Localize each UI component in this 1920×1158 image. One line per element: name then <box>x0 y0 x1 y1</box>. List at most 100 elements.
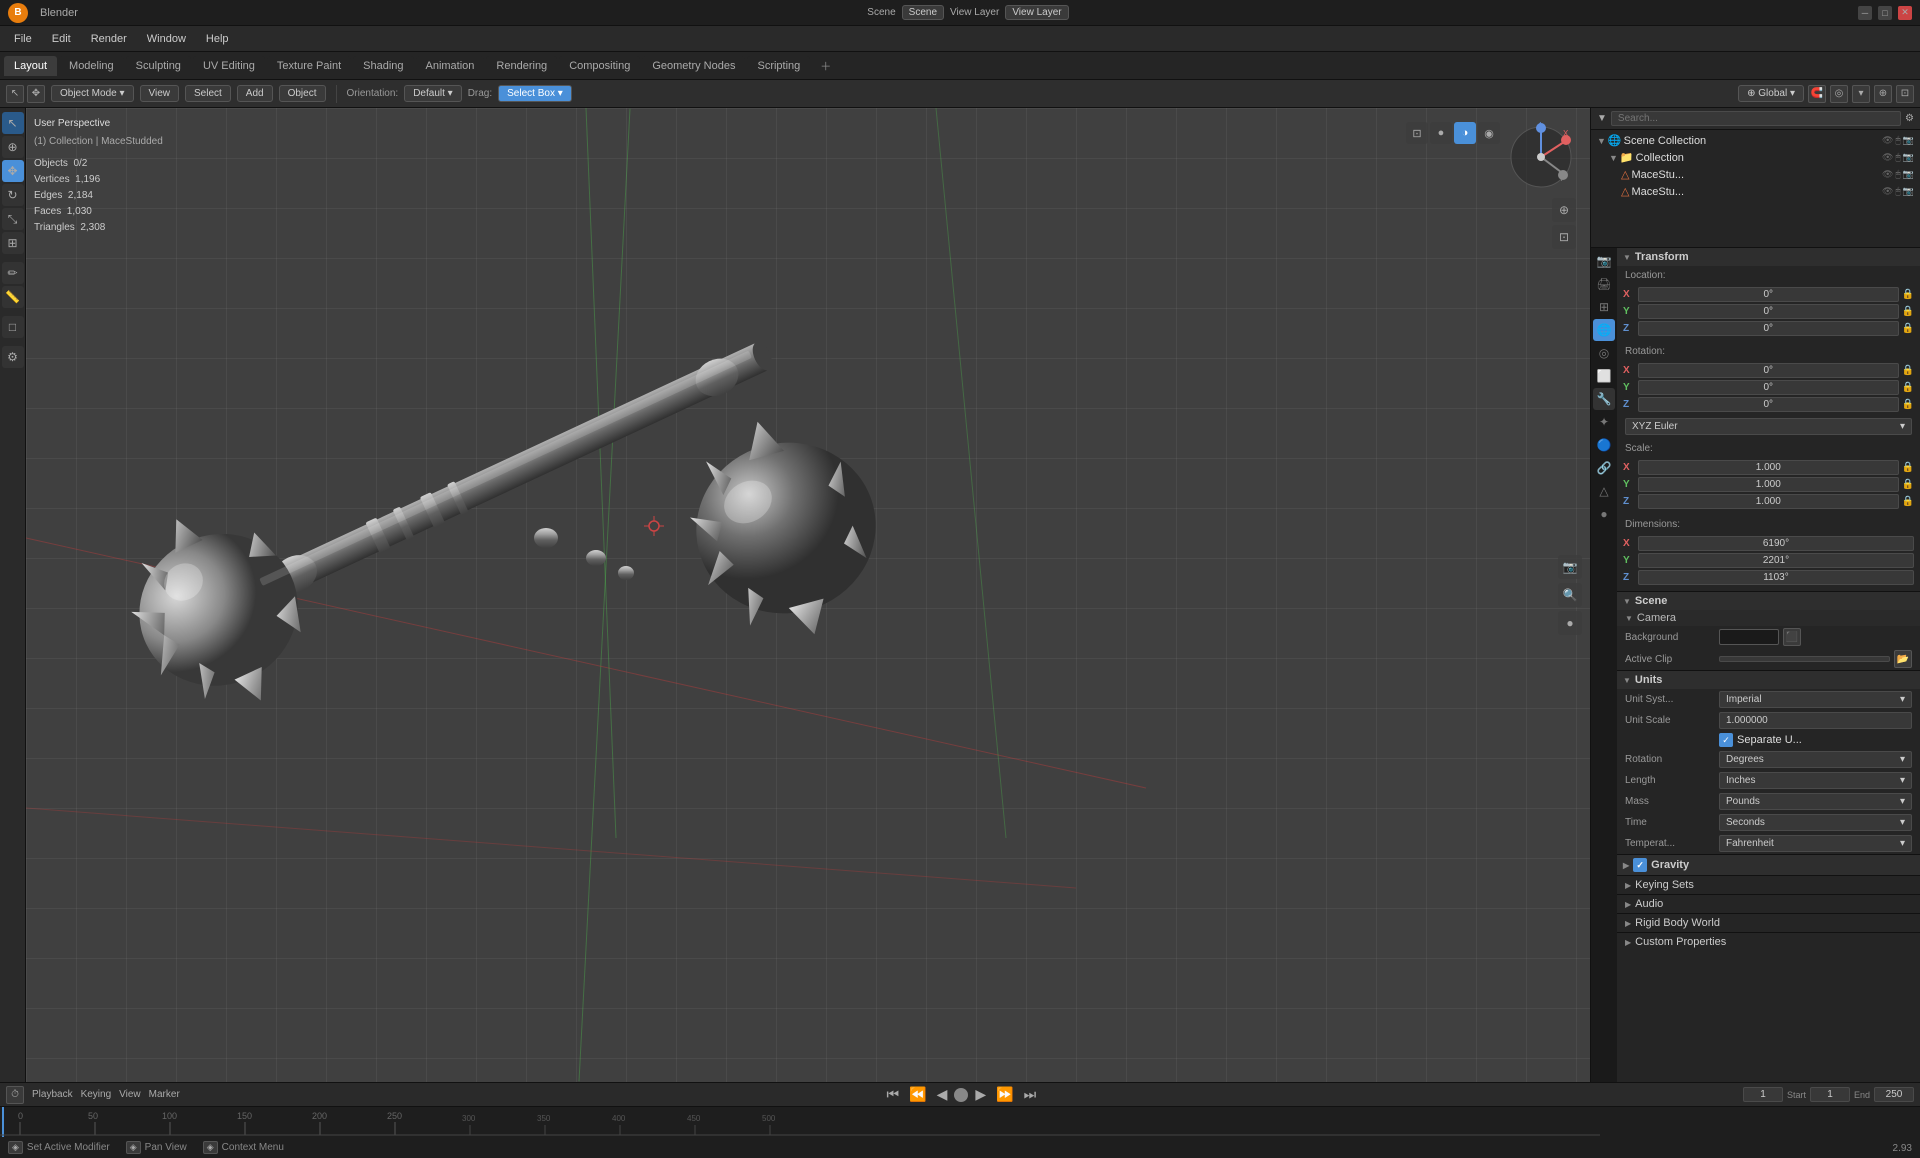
menu-render[interactable]: Render <box>83 31 135 47</box>
outliner-search[interactable] <box>1611 111 1901 126</box>
menu-edit[interactable]: Edit <box>44 31 79 47</box>
end-frame-input[interactable]: 250 <box>1874 1087 1914 1102</box>
timeline-ruler[interactable]: 0 50 100 150 200 250 300 350 400 <box>0 1107 1920 1137</box>
scale-z-lock[interactable]: 🔒 <box>1902 496 1914 507</box>
dim-z-field[interactable]: 1103° <box>1638 570 1914 585</box>
orientation-dropdown[interactable]: Default ▾ <box>404 85 461 102</box>
viewport[interactable]: User Perspective (1) Collection | MaceSt… <box>26 108 1590 1082</box>
toolbar-move-icon[interactable]: ✥ <box>27 85 45 103</box>
scale-x-lock[interactable]: 🔒 <box>1902 462 1914 473</box>
location-z-lock[interactable]: 🔒 <box>1902 323 1914 334</box>
transform-header[interactable]: ▼ Transform <box>1617 248 1920 266</box>
wireframe-btn[interactable]: ⊡ <box>1406 122 1428 144</box>
rotation-z-field[interactable]: 0° <box>1638 397 1899 412</box>
prop-tab-object[interactable]: ⬜ <box>1593 365 1615 387</box>
tool-add[interactable]: □ <box>2 316 24 338</box>
custom-properties-header[interactable]: ▶ Custom Properties <box>1617 933 1920 951</box>
current-frame-input[interactable]: 1 <box>1743 1087 1783 1102</box>
prop-tab-physics[interactable]: 🔵 <box>1593 434 1615 456</box>
proportional-edit-icon[interactable]: ◎ <box>1830 85 1848 103</box>
units-header[interactable]: ▼ Units <box>1617 671 1920 689</box>
gravity-checkbox[interactable]: ✓ <box>1633 858 1647 872</box>
time-dropdown[interactable]: Seconds ▾ <box>1719 814 1912 831</box>
proportional-dropdown[interactable]: ▾ <box>1852 85 1870 103</box>
zoom-gizmo[interactable]: 🔍 <box>1558 583 1582 607</box>
object-mode-dropdown[interactable]: Object Mode ▾ <box>51 85 134 102</box>
restore-button[interactable]: □ <box>1878 6 1892 20</box>
jump-start-btn[interactable]: ⏮ <box>884 1086 903 1103</box>
shading-gizmo[interactable]: ● <box>1558 611 1582 635</box>
tool-select[interactable]: ↖ <box>2 112 24 134</box>
play-pause-btn[interactable] <box>954 1088 968 1102</box>
tool-measure[interactable]: 📏 <box>2 286 24 308</box>
scene-selector[interactable]: Scene <box>902 5 944 20</box>
select-menu[interactable]: Select <box>185 85 231 102</box>
prop-tab-render[interactable]: 📷 <box>1593 250 1615 272</box>
tab-animation[interactable]: Animation <box>416 56 485 76</box>
solid-btn[interactable]: ● <box>1430 122 1452 144</box>
tool-move[interactable]: ✥ <box>2 160 24 182</box>
active-clip-field[interactable] <box>1719 656 1890 662</box>
rotation-y-lock[interactable]: 🔒 <box>1902 382 1914 393</box>
prop-tab-particles[interactable]: ✦ <box>1593 411 1615 433</box>
camera-gizmo[interactable]: 📷 <box>1558 555 1582 579</box>
keying-menu[interactable]: Keying <box>81 1089 112 1100</box>
menu-window[interactable]: Window <box>139 31 194 47</box>
scale-z-field[interactable]: 1.000 <box>1638 494 1899 509</box>
separate-u-checkbox[interactable]: ✓ <box>1719 733 1733 747</box>
location-x-field[interactable]: 0° <box>1638 287 1899 302</box>
location-y-lock[interactable]: 🔒 <box>1902 306 1914 317</box>
snap-icon[interactable]: 🧲 <box>1808 85 1826 103</box>
temperature-dropdown[interactable]: Fahrenheit ▾ <box>1719 835 1912 852</box>
location-x-lock[interactable]: 🔒 <box>1902 289 1914 300</box>
tab-uv-editing[interactable]: UV Editing <box>193 56 265 76</box>
prev-keyframe-btn[interactable]: ⏪ <box>906 1086 929 1103</box>
tool-scale[interactable]: ⤡ <box>2 208 24 230</box>
jump-end-btn[interactable]: ⏭ <box>1021 1086 1040 1103</box>
transform-pivot-icon[interactable]: ⊕ <box>1874 85 1892 103</box>
prop-tab-material[interactable]: ● <box>1593 503 1615 525</box>
rigid-body-header[interactable]: ▶ Rigid Body World <box>1617 914 1920 932</box>
tab-sculpting[interactable]: Sculpting <box>126 56 191 76</box>
outliner-settings-icon[interactable]: ⚙ <box>1905 113 1914 124</box>
mass-dropdown[interactable]: Pounds ▾ <box>1719 793 1912 810</box>
location-y-field[interactable]: 0° <box>1638 304 1899 319</box>
length-dropdown[interactable]: Inches ▾ <box>1719 772 1912 789</box>
tool-cursor[interactable]: ⊕ <box>2 136 24 158</box>
rotation-mode-dropdown[interactable]: XYZ Euler ▾ <box>1625 418 1912 435</box>
background-picker-btn[interactable]: ⬛ <box>1783 628 1801 646</box>
scale-y-lock[interactable]: 🔒 <box>1902 479 1914 490</box>
prop-tab-view-layer[interactable]: ⊞ <box>1593 296 1615 318</box>
tab-geometry-nodes[interactable]: Geometry Nodes <box>642 56 745 76</box>
timeline-header-icon[interactable]: ⏱ <box>6 1086 24 1104</box>
prop-tab-scene[interactable]: 🌐 <box>1593 319 1615 341</box>
dim-y-field[interactable]: 2201° <box>1638 553 1914 568</box>
object-menu[interactable]: Object <box>279 85 326 102</box>
tab-modeling[interactable]: Modeling <box>59 56 124 76</box>
material-preview-btn[interactable]: ◑ <box>1454 122 1476 144</box>
xray-button[interactable]: ⊡ <box>1552 225 1576 249</box>
tool-misc[interactable]: ⚙ <box>2 346 24 368</box>
global-dropdown[interactable]: ⊕ Global ▾ <box>1738 85 1804 102</box>
prop-tab-output[interactable]: 🖨 <box>1593 273 1615 295</box>
scale-x-field[interactable]: 1.000 <box>1638 460 1899 475</box>
step-forward-btn[interactable]: ▶ <box>972 1086 989 1103</box>
rotation-x-lock[interactable]: 🔒 <box>1902 365 1914 376</box>
tab-texture-paint[interactable]: Texture Paint <box>267 56 351 76</box>
add-menu[interactable]: Add <box>237 85 273 102</box>
location-z-field[interactable]: 0° <box>1638 321 1899 336</box>
tab-rendering[interactable]: Rendering <box>486 56 557 76</box>
tab-scripting[interactable]: Scripting <box>747 56 810 76</box>
scene-header[interactable]: ▼ Scene <box>1617 592 1920 610</box>
tab-add[interactable]: ＋ <box>812 54 839 78</box>
tab-shading[interactable]: Shading <box>353 56 413 76</box>
view-menu[interactable]: View <box>140 85 180 102</box>
tab-compositing[interactable]: Compositing <box>559 56 640 76</box>
marker-menu[interactable]: Marker <box>149 1089 180 1100</box>
unit-scale-field[interactable]: 1.000000 <box>1719 712 1912 729</box>
snap-dropdown[interactable]: Select Box ▾ <box>498 85 572 102</box>
prop-tab-constraints[interactable]: 🔗 <box>1593 457 1615 479</box>
scale-y-field[interactable]: 1.000 <box>1638 477 1899 492</box>
timeline-view-menu[interactable]: View <box>119 1089 141 1100</box>
menu-file[interactable]: File <box>6 31 40 47</box>
